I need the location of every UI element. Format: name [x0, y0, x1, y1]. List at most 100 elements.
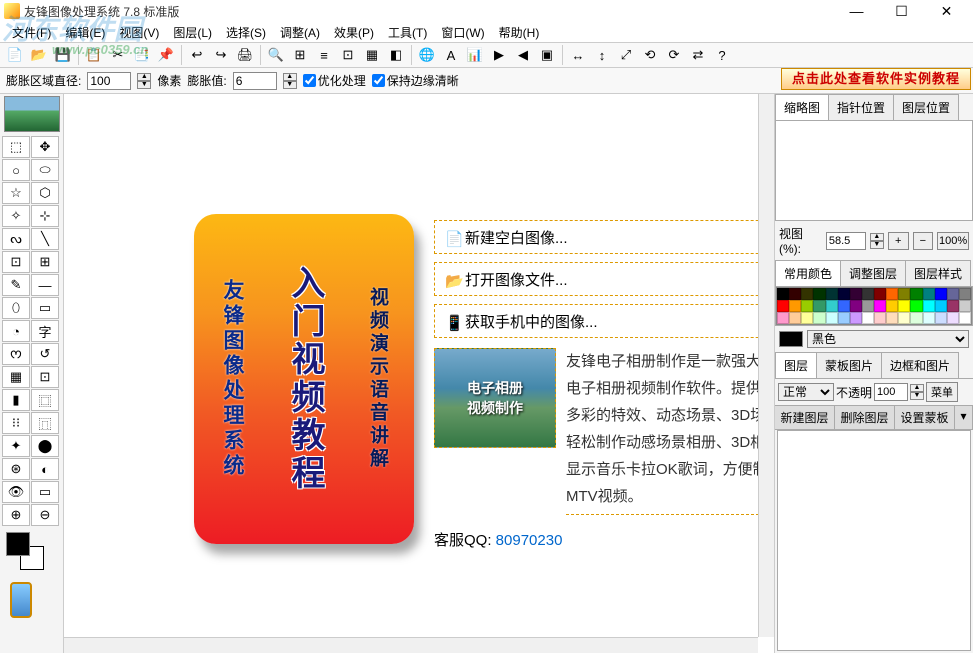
palette-color[interactable]	[826, 312, 838, 324]
tool-33[interactable]: ⊖	[31, 504, 59, 526]
palette-color[interactable]	[777, 300, 789, 312]
palette-color[interactable]	[959, 300, 971, 312]
toolbar-button-11[interactable]: ⊞	[289, 44, 311, 66]
tab-adjust-layer[interactable]: 调整图层	[840, 260, 906, 286]
tool-25[interactable]: ⿵	[31, 412, 59, 434]
menu-adjust[interactable]: 调整(A)	[274, 22, 326, 43]
toolbar-button-3[interactable]: 📋	[83, 44, 105, 66]
palette-color[interactable]	[862, 288, 874, 300]
foreground-color[interactable]	[6, 532, 30, 556]
menu-file[interactable]: 文件(F)	[6, 22, 57, 43]
current-color-swatch[interactable]	[779, 331, 803, 347]
tool-28[interactable]: ⊛	[2, 458, 30, 480]
toolbar-button-23[interactable]: ↕	[591, 44, 613, 66]
palette-color[interactable]	[826, 300, 838, 312]
palette-color[interactable]	[813, 300, 825, 312]
toolbar-button-8[interactable]: ↪	[210, 44, 232, 66]
new-blank-image-link[interactable]: 📄新建空白图像...	[434, 220, 775, 254]
zoom-in-button[interactable]: +	[888, 232, 909, 250]
menu-select[interactable]: 选择(S)	[220, 22, 272, 43]
opacity-input[interactable]	[874, 383, 908, 401]
palette-color[interactable]	[801, 288, 813, 300]
tab-colors[interactable]: 常用颜色	[775, 260, 841, 286]
color-name-select[interactable]: 黑色	[807, 330, 969, 348]
spin-down[interactable]: ▼	[283, 81, 297, 89]
layer-list[interactable]	[777, 430, 971, 651]
blend-mode-select[interactable]: 正常	[778, 383, 834, 401]
delete-layer-button[interactable]: 删除图层	[835, 406, 895, 429]
tool-27[interactable]: ⬤	[31, 435, 59, 457]
layer-more-button[interactable]: ▾	[955, 406, 973, 429]
palette-color[interactable]	[838, 288, 850, 300]
qq-number[interactable]: 80970230	[496, 532, 563, 549]
tool-4[interactable]: ☆	[2, 182, 30, 204]
toolbar-button-1[interactable]: 📂	[28, 44, 50, 66]
menu-effect[interactable]: 效果(P)	[328, 22, 380, 43]
tab-frame[interactable]: 边框和图片	[881, 352, 959, 378]
toolbar-button-14[interactable]: ▦	[361, 44, 383, 66]
palette-color[interactable]	[838, 300, 850, 312]
palette-color[interactable]	[959, 312, 971, 324]
set-mask-button[interactable]: 设置蒙板	[895, 406, 955, 429]
tool-6[interactable]: ✧	[2, 205, 30, 227]
palette-color[interactable]	[947, 300, 959, 312]
toolbar-button-24[interactable]: ⤢	[615, 44, 637, 66]
color-swatches[interactable]	[6, 532, 46, 572]
horizontal-scrollbar[interactable]	[64, 637, 758, 653]
zoom-100-button[interactable]: 100%	[937, 232, 969, 250]
palette-color[interactable]	[850, 312, 862, 324]
menu-view[interactable]: 视图(V)	[113, 22, 165, 43]
optimize-checkbox[interactable]: 优化处理	[303, 72, 366, 89]
palette-color[interactable]	[801, 312, 813, 324]
menu-edit[interactable]: 编辑(E)	[59, 22, 111, 43]
palette-color[interactable]	[850, 288, 862, 300]
tool-0[interactable]: ⬚	[2, 136, 30, 158]
toolbar-button-21[interactable]: ▣	[536, 44, 558, 66]
tab-mask[interactable]: 蒙板图片	[816, 352, 882, 378]
toolbar-button-20[interactable]: ◀	[512, 44, 534, 66]
keep-edge-checkbox[interactable]: 保持边缘清晰	[372, 72, 459, 89]
close-button[interactable]: ✕	[924, 0, 969, 22]
tool-1[interactable]: ✥	[31, 136, 59, 158]
tab-thumbnail[interactable]: 缩略图	[775, 94, 829, 120]
toolbar-button-7[interactable]: ↩	[186, 44, 208, 66]
spin-up[interactable]: ▲	[870, 233, 884, 241]
zoom-out-button[interactable]: −	[913, 232, 934, 250]
palette-color[interactable]	[886, 288, 898, 300]
palette-color[interactable]	[874, 300, 886, 312]
tool-29[interactable]: ◐	[31, 458, 59, 480]
palette-color[interactable]	[862, 312, 874, 324]
dilate-value-input[interactable]	[233, 72, 277, 90]
open-image-file-link[interactable]: 📂打开图像文件...	[434, 262, 775, 296]
toolbar-button-25[interactable]: ⟲	[639, 44, 661, 66]
palette-color[interactable]	[923, 300, 935, 312]
tool-9[interactable]: ╲	[31, 228, 59, 250]
album-thumbnail[interactable]: 电子相册视频制作	[434, 348, 556, 448]
toolbar-button-0[interactable]: 📄	[4, 44, 26, 66]
palette-color[interactable]	[777, 312, 789, 324]
toolbar-button-28[interactable]: ?	[711, 44, 733, 66]
tool-20[interactable]: ▦	[2, 366, 30, 388]
phone-icon[interactable]	[10, 582, 32, 618]
palette-color[interactable]	[838, 312, 850, 324]
tool-24[interactable]: ⁝⁝	[2, 412, 30, 434]
tool-10[interactable]: ⊡	[2, 251, 30, 273]
toolbar-button-10[interactable]: 🔍	[265, 44, 287, 66]
palette-color[interactable]	[947, 288, 959, 300]
palette-color[interactable]	[789, 300, 801, 312]
tool-11[interactable]: ⊞	[31, 251, 59, 273]
tab-pointer[interactable]: 指针位置	[828, 94, 894, 120]
palette-color[interactable]	[898, 288, 910, 300]
toolbar-button-17[interactable]: A	[440, 44, 462, 66]
palette-color[interactable]	[789, 312, 801, 324]
maximize-button[interactable]: ☐	[879, 0, 924, 22]
palette-color[interactable]	[801, 300, 813, 312]
toolbar-button-26[interactable]: ⟳	[663, 44, 685, 66]
toolbar-button-15[interactable]: ◧	[385, 44, 407, 66]
menu-tools[interactable]: 工具(T)	[382, 22, 433, 43]
toolbar-button-18[interactable]: 📊	[464, 44, 486, 66]
palette-color[interactable]	[898, 312, 910, 324]
tool-19[interactable]: ↺	[31, 343, 59, 365]
spin-up[interactable]: ▲	[137, 73, 151, 81]
minimize-button[interactable]: —	[834, 0, 879, 22]
